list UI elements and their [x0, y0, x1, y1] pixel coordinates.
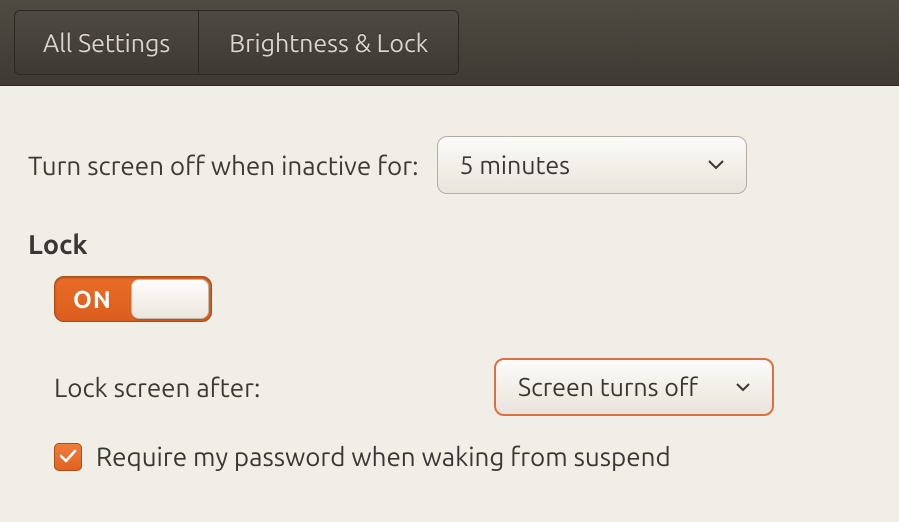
lock-after-dropdown[interactable]: Screen turns off [494, 358, 774, 416]
screen-off-dropdown[interactable]: 5 minutes [437, 136, 747, 194]
lock-heading: Lock [28, 230, 871, 260]
screen-off-label: Turn screen off when inactive for: [28, 151, 419, 180]
chevron-down-icon [708, 160, 724, 170]
breadcrumb: All Settings Brightness & Lock [14, 10, 459, 75]
breadcrumb-current-page-label: Brightness & Lock [229, 29, 428, 57]
check-icon [59, 449, 77, 464]
content-area: Turn screen off when inactive for: 5 min… [0, 86, 899, 499]
breadcrumb-all-settings-label: All Settings [43, 29, 170, 57]
lock-after-label: Lock screen after: [54, 373, 494, 402]
lock-toggle[interactable]: ON [54, 276, 212, 322]
lock-toggle-on-label: ON [73, 277, 112, 321]
toolbar: All Settings Brightness & Lock [0, 0, 899, 86]
require-password-label: Require my password when waking from sus… [96, 442, 671, 471]
require-password-row: Require my password when waking from sus… [54, 442, 871, 471]
screen-off-value: 5 minutes [460, 151, 570, 179]
breadcrumb-all-settings[interactable]: All Settings [14, 10, 199, 75]
lock-after-row: Lock screen after: Screen turns off [54, 358, 871, 416]
breadcrumb-current-page[interactable]: Brightness & Lock [199, 10, 459, 75]
chevron-down-icon [736, 383, 750, 392]
lock-after-value: Screen turns off [518, 373, 698, 401]
screen-off-row: Turn screen off when inactive for: 5 min… [28, 136, 871, 194]
require-password-checkbox[interactable] [54, 443, 82, 471]
lock-toggle-knob [131, 279, 209, 319]
